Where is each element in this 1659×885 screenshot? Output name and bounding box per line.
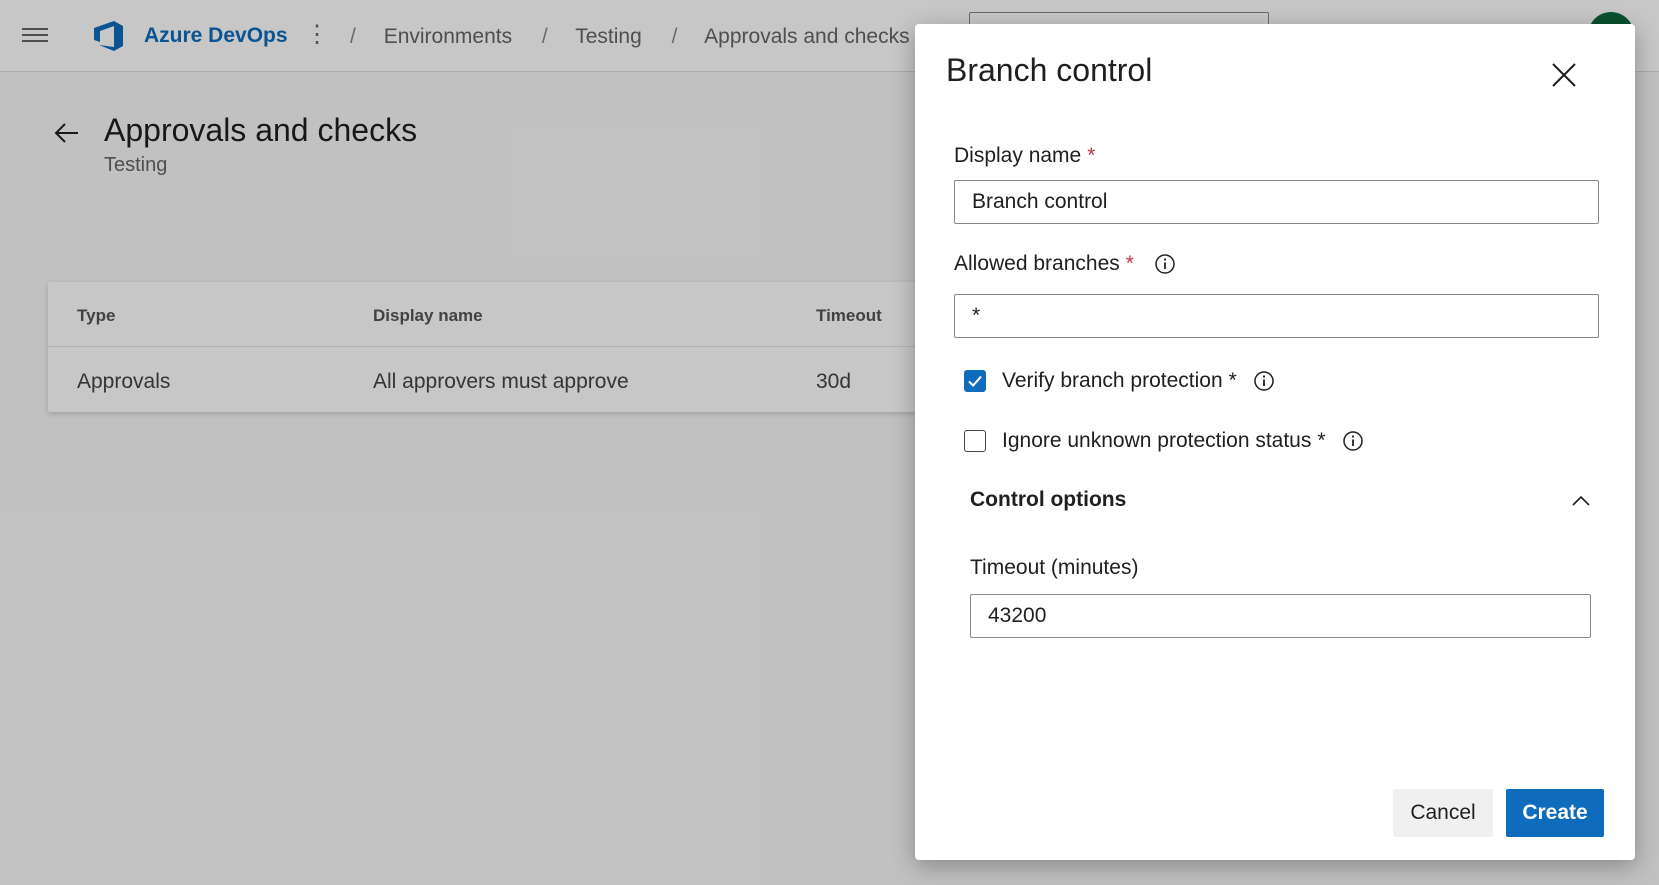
check-icon (968, 375, 982, 387)
ignore-unknown-status-label[interactable]: Ignore unknown protection status (1002, 429, 1311, 453)
timeout-label: Timeout (minutes) (970, 556, 1139, 579)
display-name-label-text: Display name (954, 144, 1082, 167)
required-marker: * (1125, 252, 1134, 275)
control-options-header[interactable]: Control options (970, 488, 1126, 512)
timeout-input[interactable] (970, 594, 1591, 638)
required-marker: * (1087, 144, 1096, 167)
create-button[interactable]: Create (1506, 789, 1604, 837)
verify-branch-protection-row[interactable]: Verify branch protection * (964, 368, 1275, 394)
branch-control-panel: Branch control Display name* Allowed bra… (915, 24, 1635, 860)
required-marker: * (1317, 429, 1326, 452)
display-name-label: Display name * (954, 144, 1095, 168)
verify-branch-protection-checkbox[interactable] (964, 370, 986, 392)
info-icon[interactable] (1342, 430, 1364, 452)
allowed-branches-label-text: Allowed branches (954, 252, 1120, 275)
ignore-unknown-status-row[interactable]: Ignore unknown protection status * (964, 428, 1364, 454)
info-icon[interactable] (1253, 370, 1275, 392)
required-marker: * (1228, 369, 1237, 392)
allowed-branches-label: Allowed branches * (954, 252, 1176, 276)
ignore-unknown-status-checkbox[interactable] (964, 430, 986, 452)
display-name-input[interactable] (954, 180, 1599, 224)
info-icon[interactable] (1154, 253, 1176, 275)
chevron-up-icon[interactable] (1570, 490, 1592, 512)
cancel-button[interactable]: Cancel (1393, 789, 1493, 837)
allowed-branches-input[interactable] (954, 294, 1599, 338)
verify-branch-protection-label[interactable]: Verify branch protection (1002, 369, 1223, 393)
panel-title: Branch control (946, 52, 1153, 88)
close-icon[interactable] (1549, 60, 1579, 90)
